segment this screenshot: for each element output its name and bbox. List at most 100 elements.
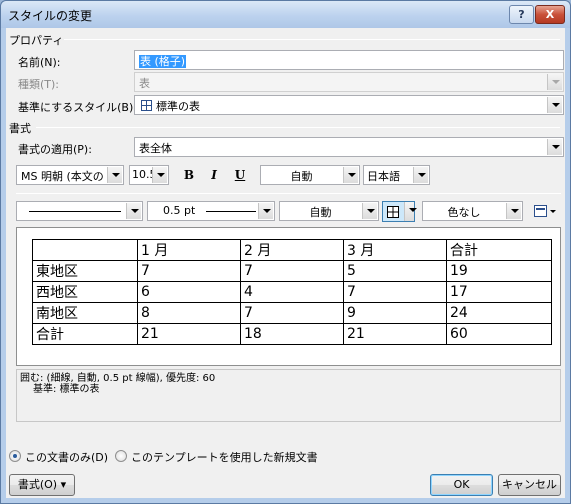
chevron-down-icon[interactable] — [404, 202, 417, 221]
format-menu-button[interactable]: 書式(O) ▾ — [9, 474, 75, 496]
type-label: 種類(T): — [18, 78, 60, 91]
table-cell: 西地区 — [32, 281, 138, 303]
cancel-button[interactable]: キャンセル — [498, 474, 561, 496]
table-row: 南地区 8 7 9 24 — [32, 302, 552, 324]
table-cell: 17 — [446, 281, 552, 303]
title-bar[interactable]: スタイルの変更 ? X — [1, 1, 570, 28]
font-color-select[interactable]: 自動 — [260, 165, 360, 185]
base-style-value: 標準の表 — [156, 100, 200, 113]
border-color-select[interactable]: 自動 — [279, 201, 379, 221]
chevron-down-icon[interactable] — [126, 203, 141, 219]
table-cell: 7 — [137, 260, 241, 282]
table-cell: 9 — [343, 302, 447, 324]
chevron-down-icon[interactable] — [107, 167, 122, 183]
italic-button[interactable]: I — [203, 165, 225, 185]
this-document-label[interactable]: この文書のみ(D) — [25, 449, 108, 465]
chevron-down-icon[interactable] — [413, 167, 428, 183]
all-borders-icon — [387, 206, 399, 218]
language-value: 日本語 — [367, 170, 400, 183]
shading-value: 色なし — [447, 206, 481, 219]
table-cell: 24 — [446, 302, 552, 324]
close-button[interactable]: X — [535, 5, 565, 24]
apply-to-select[interactable]: 表全体 — [134, 137, 564, 157]
font-name-select[interactable]: MS 明朝 (本文の — [16, 165, 124, 185]
shading-select[interactable]: 色なし — [422, 201, 523, 221]
table-cell: 7 — [343, 281, 447, 303]
name-input-value: 表 (格子) — [139, 55, 187, 68]
border-style-select[interactable] — [16, 201, 143, 221]
border-color-value: 自動 — [309, 206, 332, 219]
table-cell: 合計 — [446, 239, 552, 261]
name-input[interactable]: 表 (格子) — [134, 50, 564, 70]
table-row: 西地区 6 4 7 17 — [32, 281, 552, 303]
table-cell: 7 — [240, 260, 344, 282]
language-select[interactable]: 日本語 — [363, 165, 430, 185]
table-cell: 18 — [240, 323, 344, 345]
table-row: 1 月 2 月 3 月 合計 — [32, 239, 552, 261]
properties-divider — [64, 39, 560, 40]
borders-button[interactable] — [382, 201, 417, 222]
shading-options-button[interactable] — [532, 203, 560, 220]
apply-to-value: 表全体 — [139, 142, 172, 155]
chevron-down-icon — [547, 74, 562, 90]
window-title: スタイルの変更 — [8, 9, 93, 23]
chevron-down-icon[interactable] — [362, 203, 377, 219]
table-cell: 21 — [137, 323, 241, 345]
type-select: 表 — [134, 72, 564, 92]
properties-section-title: プロパティ — [9, 34, 64, 47]
ok-button[interactable]: OK — [430, 474, 493, 496]
font-size-select[interactable]: 10.5 — [129, 165, 169, 185]
bold-button[interactable]: B — [178, 165, 200, 185]
table-cell: 2 月 — [240, 239, 344, 261]
chevron-down-icon[interactable] — [547, 139, 562, 155]
table-cell: 7 — [240, 302, 344, 324]
table-row: 合計 21 18 21 60 — [32, 323, 552, 345]
table-cell: 60 — [446, 323, 552, 345]
help-button[interactable]: ? — [509, 5, 534, 24]
this-document-radio[interactable] — [9, 450, 21, 462]
base-style-select[interactable]: 標準の表 — [134, 95, 564, 115]
chevron-down-icon[interactable] — [506, 203, 521, 219]
dialog-body: プロパティ 名前(N): 表 (格子) 種類(T): 表 基準にするスタイル(B… — [6, 28, 565, 498]
description-line: 囲む: (細線, 自動, 0.5 pt 線幅), 優先度: 60 — [20, 373, 216, 384]
table-cell: 6 — [137, 281, 241, 303]
preview-pane: 1 月 2 月 3 月 合計 東地区 7 7 5 19 西地区 6 4 7 17… — [16, 227, 561, 366]
style-description: 囲む: (細線, 自動, 0.5 pt 線幅), 優先度: 60 基準: 標準の… — [16, 369, 561, 422]
type-select-value: 表 — [139, 77, 150, 90]
chevron-down-icon[interactable] — [258, 203, 273, 219]
border-width-value: 0.5 pt — [163, 204, 196, 217]
font-color-value: 自動 — [290, 170, 313, 183]
format-divider — [36, 127, 560, 128]
shading-icon — [534, 205, 556, 217]
table-cell: 南地区 — [32, 302, 138, 324]
font-name-value: MS 明朝 (本文の — [21, 170, 104, 183]
table-cell: 5 — [343, 260, 447, 282]
table-cell: 合計 — [32, 323, 138, 345]
toolbar-divider — [16, 193, 561, 194]
table-cell: 19 — [446, 260, 552, 282]
apply-to-label: 書式の適用(P): — [18, 143, 92, 156]
underline-button[interactable]: U — [229, 165, 251, 185]
table-cell: 4 — [240, 281, 344, 303]
border-width-select[interactable]: 0.5 pt — [147, 201, 275, 221]
style-modify-dialog: スタイルの変更 ? X プロパティ 名前(N): 表 (格子) 種類(T): 表… — [0, 0, 571, 504]
format-section-title: 書式 — [9, 122, 31, 135]
table-cell: 8 — [137, 302, 241, 324]
chevron-down-icon[interactable] — [343, 167, 358, 183]
template-radio[interactable] — [115, 450, 127, 462]
table-grid-icon — [141, 100, 152, 111]
table-cell: 1 月 — [137, 239, 241, 261]
name-label: 名前(N): — [18, 56, 61, 69]
preview-table: 1 月 2 月 3 月 合計 東地区 7 7 5 19 西地区 6 4 7 17… — [32, 239, 552, 345]
base-style-label: 基準にするスタイル(B): — [18, 101, 137, 114]
table-cell: 東地区 — [32, 260, 138, 282]
border-width-line-sample — [206, 211, 256, 212]
border-line-sample — [29, 211, 121, 212]
chevron-down-icon[interactable] — [547, 97, 562, 113]
table-cell: 21 — [343, 323, 447, 345]
description-line: 基準: 標準の表 — [33, 384, 100, 395]
table-cell — [32, 239, 138, 261]
chevron-down-icon[interactable] — [152, 167, 167, 183]
table-cell: 3 月 — [343, 239, 447, 261]
template-label[interactable]: このテンプレートを使用した新規文書 — [131, 449, 318, 465]
